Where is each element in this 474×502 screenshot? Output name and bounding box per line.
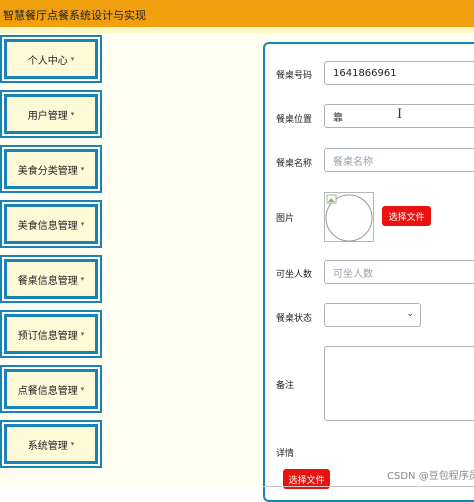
details-label: 详情 [276,449,295,459]
chevron-down-icon: ▾ [80,385,85,393]
sidebar-item-table-info[interactable]: 餐桌信息管理 ▾ [0,255,102,303]
chevron-down-icon: ▾ [80,275,85,283]
seats-label: 可坐人数 [276,270,313,280]
content-top-strip [0,27,474,33]
table-name-input[interactable]: 餐桌名称 [324,148,474,172]
top-bar: 智慧餐厅点餐系统设计与实现 [0,0,474,27]
sidebar-item-label: 系统管理 [27,440,68,452]
chevron-down-icon: ▾ [80,220,85,228]
sidebar-item-label: 用户管理 [27,110,68,122]
sidebar-item-label: 餐桌信息管理 [17,275,78,287]
chevron-down-icon: ▾ [70,110,75,118]
text-cursor-icon: I [397,107,403,122]
sidebar-item-system-management[interactable]: 系统管理 ▾ [0,420,102,468]
sidebar-item-label: 美食信息管理 [17,220,78,232]
table-status-select[interactable]: ⌄ [324,303,421,327]
seats-input[interactable]: 可坐人数 [324,260,474,284]
image-label: 图片 [276,214,295,224]
table-name-label: 餐桌名称 [276,159,313,169]
chevron-down-icon: ▾ [70,440,75,448]
sidebar-item-label: 个人中心 [27,55,68,67]
sidebar-item-food-info[interactable]: 美食信息管理 ▾ [0,200,102,248]
remark-label: 备注 [276,381,295,391]
table-number-input[interactable]: 1641866961 [324,61,474,85]
remark-textarea[interactable] [324,346,474,421]
sidebar-item-user-management[interactable]: 用户管理 ▾ [0,90,102,138]
image-preview [324,192,374,242]
table-number-label: 餐桌号码 [276,71,313,81]
chevron-down-icon: ▾ [80,330,85,338]
sidebar-item-order-info[interactable]: 点餐信息管理 ▾ [0,365,102,413]
broken-image-icon [324,192,374,242]
sidebar-item-reservation-info[interactable]: 预订信息管理 ▾ [0,310,102,358]
app-title: 智慧餐厅点餐系统设计与实现 [3,9,146,22]
watermark: CSDN @豆包程序员 [387,471,474,482]
chevron-down-icon: ⌄ [406,309,414,319]
table-status-label: 餐桌状态 [276,314,313,324]
sidebar-item-personal-center[interactable]: 个人中心 ▾ [0,35,102,83]
sidebar-item-food-category[interactable]: 美食分类管理 ▾ [0,145,102,193]
table-location-label: 餐桌位置 [276,115,313,125]
sidebar-item-label: 美食分类管理 [17,165,78,177]
chevron-down-icon: ▾ [80,165,85,173]
chevron-down-icon: ▾ [70,55,75,63]
sidebar-item-label: 预订信息管理 [17,330,78,342]
sidebar-item-label: 点餐信息管理 [17,385,78,397]
choose-image-file-button[interactable]: 选择文件 [382,206,431,226]
